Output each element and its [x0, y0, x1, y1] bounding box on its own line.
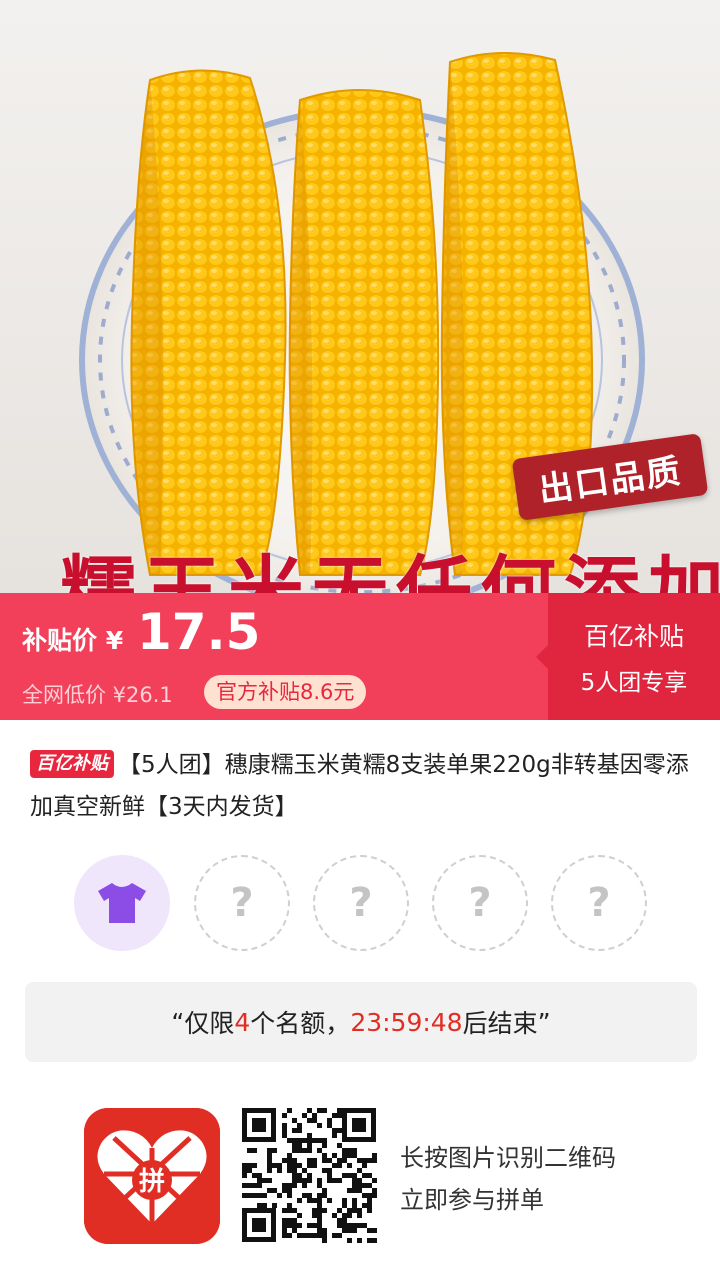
qr-code[interactable]	[238, 1104, 380, 1246]
pinduoduo-logo-icon: 拼	[84, 1108, 220, 1244]
scan-hint-line2: 立即参与拼单	[400, 1186, 544, 1214]
countdown-timer: 23:59:48	[350, 1007, 463, 1037]
market-price: 全网低价 ¥26.1	[22, 683, 173, 707]
empty-member-slot: ?	[551, 855, 647, 951]
subsidy-promo-panel: 百亿补贴 5人团专享	[536, 593, 720, 720]
notice-open-quote: “	[171, 1007, 185, 1037]
notice-suffix: 后结束	[462, 1009, 538, 1038]
question-mark-icon: ?	[349, 880, 373, 926]
empty-member-slot: ?	[313, 855, 409, 951]
scan-hint-line1: 长按图片识别二维码	[400, 1144, 616, 1172]
product-image: 糯玉米无任何添加 出口品质	[0, 0, 720, 596]
empty-member-slot: ?	[194, 855, 290, 951]
notice-prefix: 仅限	[184, 1009, 235, 1038]
tshirt-icon	[98, 883, 146, 923]
hero-caption: 糯玉米无任何添加	[60, 547, 720, 596]
heart-logo-icon: 拼	[84, 1108, 220, 1244]
official-subsidy-pill: 官方补贴8.6元	[204, 675, 367, 709]
group-leader-avatar	[74, 855, 170, 951]
promo-title: 百亿补贴	[583, 622, 684, 651]
product-title-text: 【5人团】穗康糯玉米黄糯8支装单果220g非转基因零添加真空新鲜【3天内发货】	[30, 752, 689, 820]
question-mark-icon: ?	[468, 880, 492, 926]
notice-close-quote: ”	[537, 1007, 551, 1037]
quota-countdown-notice: “仅限 4 个名额， 23:59:48 后结束”	[25, 982, 697, 1062]
qr-code-icon	[238, 1104, 380, 1246]
question-mark-icon: ?	[587, 880, 611, 926]
question-mark-icon: ?	[230, 880, 254, 926]
product-title: 百亿补贴 【5人团】穗康糯玉米黄糯8支装单果220g非转基因零添加真空新鲜【3天内…	[30, 744, 695, 828]
promo-subtitle: 5人团专享	[580, 670, 688, 696]
empty-member-slot: ?	[432, 855, 528, 951]
group-members: ? ? ? ?	[74, 855, 674, 955]
remaining-count: 4	[234, 1007, 251, 1037]
subsidy-price-value: 17.5	[137, 603, 261, 661]
logo-char: 拼	[139, 1167, 165, 1197]
price-panel: 补贴价 ¥ 17.5 全网低价 ¥26.1 官方补贴8.6元	[0, 593, 548, 720]
price-band: 补贴价 ¥ 17.5 全网低价 ¥26.1 官方补贴8.6元 百亿补贴 5人团专…	[0, 593, 720, 720]
notice-middle: 个名额，	[250, 1009, 351, 1038]
subsidy-price-label: 补贴价 ¥	[22, 626, 124, 655]
subsidy-tag: 百亿补贴	[30, 750, 114, 778]
